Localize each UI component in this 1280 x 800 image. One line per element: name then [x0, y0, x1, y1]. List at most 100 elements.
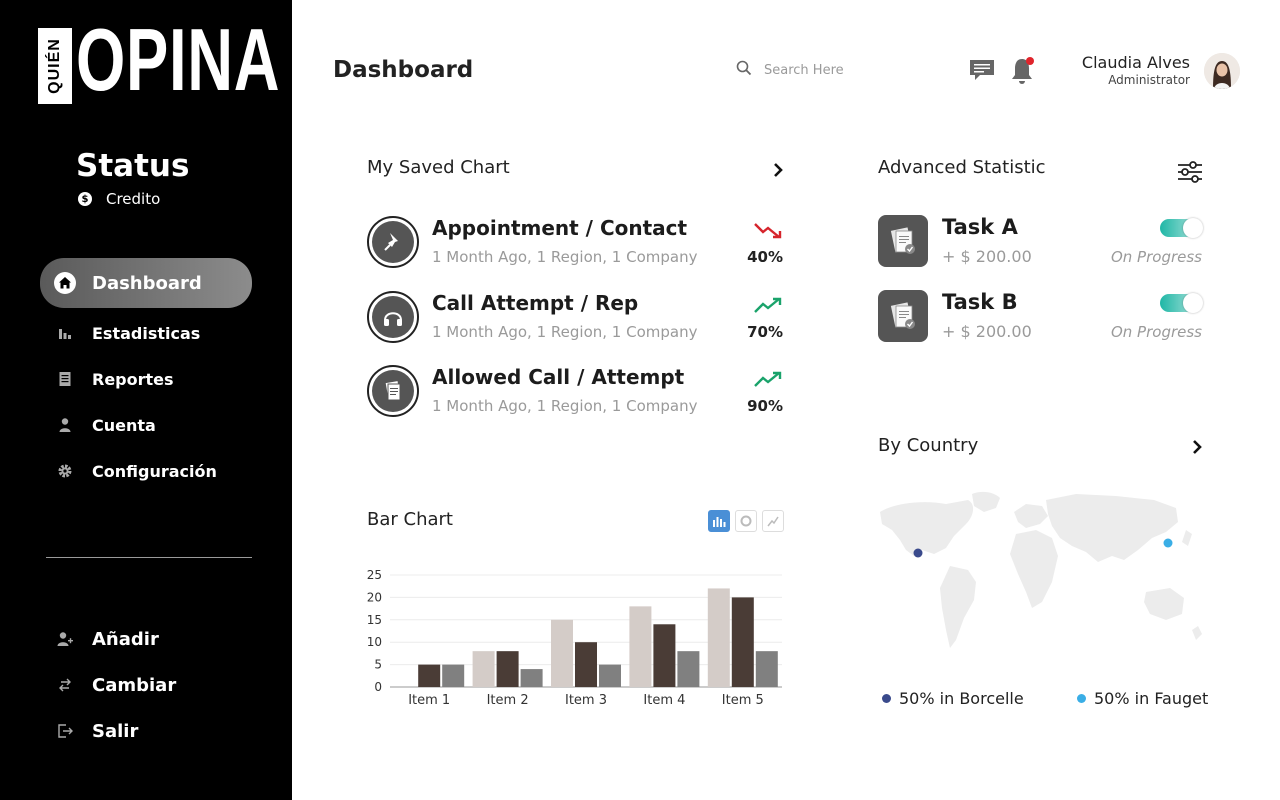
map-landmasses — [880, 491, 1202, 648]
status-title: Status — [76, 148, 190, 184]
sidebar-item-label: Dashboard — [92, 272, 202, 294]
sidebar: QUIÉN OPINA Status $ Credito Dashboard E… — [0, 0, 292, 800]
saved-chart-icon-circle — [367, 216, 419, 268]
sidebar-item-dashboard[interactable]: Dashboard — [40, 258, 252, 308]
logout-icon — [54, 720, 76, 742]
by-country-title: By Country — [878, 435, 979, 456]
saved-chart-title: My Saved Chart — [367, 157, 510, 178]
saved-chart-item-title: Appointment / Contact — [432, 216, 688, 240]
filter-sliders-icon[interactable] — [1176, 160, 1204, 184]
saved-chart-item[interactable]: Appointment / Contact 1 Month Ago, 1 Reg… — [367, 214, 785, 289]
bar — [629, 606, 652, 687]
bar — [442, 664, 465, 687]
bar — [472, 651, 495, 687]
gear-icon — [54, 460, 76, 482]
bar — [755, 651, 778, 687]
headphones-icon — [372, 295, 414, 338]
user-icon — [54, 414, 76, 436]
x-tick-label: Item 4 — [643, 693, 685, 708]
x-tick-label: Item 1 — [408, 693, 450, 708]
sidebar-bottom-nav: Añadir Cambiar Salir — [40, 616, 252, 754]
donut-chart-toggle-icon[interactable] — [735, 510, 757, 532]
search-bar[interactable] — [736, 60, 914, 80]
line-chart-toggle-icon[interactable] — [762, 510, 784, 532]
toggle-knob — [1183, 293, 1203, 313]
advanced-statistic-title: Advanced Statistic — [878, 157, 1046, 178]
sidebar-item-cambiar[interactable]: Cambiar — [40, 662, 252, 708]
task-amount: + $ 200.00 — [942, 322, 1032, 341]
bell-icon[interactable] — [1008, 55, 1038, 91]
chart-type-toolbar — [708, 510, 784, 532]
legend-dot — [1077, 694, 1086, 703]
swap-icon — [54, 674, 76, 696]
search-icon[interactable] — [736, 60, 752, 80]
sidebar-item-label: Cuenta — [92, 415, 156, 435]
location-marker-borcelle[interactable] — [913, 548, 923, 558]
y-tick-label: 20 — [367, 590, 382, 604]
location-marker-fauget[interactable] — [1163, 538, 1173, 548]
task-document-icon — [878, 215, 928, 267]
saved-chart-item[interactable]: Allowed Call / Attempt 1 Month Ago, 1 Re… — [367, 363, 785, 438]
sidebar-item-estadisticas[interactable]: Estadisticas — [40, 310, 252, 356]
task-row: Task A + $ 200.00 On Progress — [878, 215, 1204, 269]
chevron-right-icon[interactable] — [1190, 439, 1204, 455]
bar — [418, 664, 441, 687]
trend-down-icon — [754, 223, 782, 239]
legend-item: 50% in Borcelle — [882, 689, 1024, 708]
message-icon[interactable] — [968, 58, 996, 86]
task-toggle[interactable] — [1160, 293, 1203, 313]
chevron-right-icon[interactable] — [771, 162, 785, 178]
saved-chart-icon-circle — [367, 365, 419, 417]
sidebar-item-configuracion[interactable]: Configuración — [40, 448, 252, 494]
y-tick-label: 15 — [367, 613, 382, 627]
saved-chart-item[interactable]: Call Attempt / Rep 1 Month Ago, 1 Region… — [367, 289, 785, 364]
sidebar-divider — [46, 557, 252, 558]
bar-chart-title: Bar Chart — [367, 509, 453, 530]
saved-chart-item-title: Call Attempt / Rep — [432, 290, 639, 315]
saved-chart-item-percent: 70% — [747, 322, 783, 341]
legend-label: 50% in Fauget — [1094, 689, 1209, 708]
search-input[interactable] — [764, 62, 914, 78]
saved-chart-item-percent: 40% — [747, 248, 783, 266]
logo-quien-box: QUIÉN — [38, 28, 72, 104]
avatar[interactable] — [1204, 53, 1240, 89]
bar-chart-icon — [54, 322, 76, 344]
task-row: Task B + $ 200.00 On Progress — [878, 290, 1204, 344]
sidebar-item-label: Salir — [92, 720, 139, 742]
brand-logo[interactable]: QUIÉN OPINA — [38, 16, 280, 106]
sidebar-item-label: Estadisticas — [92, 323, 201, 343]
bar — [653, 624, 676, 687]
x-tick-label: Item 3 — [565, 693, 607, 708]
task-status: On Progress — [1110, 323, 1202, 341]
user-name: Claudia Alves — [1081, 53, 1190, 72]
bar — [520, 669, 543, 687]
page-title: Dashboard — [333, 57, 474, 83]
bar-chart-toggle-icon[interactable] — [708, 510, 730, 532]
saved-chart-item-subtitle: 1 Month Ago, 1 Region, 1 Company — [432, 397, 698, 415]
task-title: Task A — [942, 215, 1018, 239]
x-tick-label: Item 2 — [487, 693, 529, 708]
saved-chart-item-subtitle: 1 Month Ago, 1 Region, 1 Company — [432, 322, 698, 341]
task-status: On Progress — [1110, 248, 1202, 266]
saved-chart-item-subtitle: 1 Month Ago, 1 Region, 1 Company — [432, 248, 698, 266]
trend-up-icon — [754, 297, 782, 313]
task-title: Task B — [942, 290, 1018, 314]
status-subtitle: $ Credito — [78, 190, 160, 208]
task-toggle[interactable] — [1160, 218, 1203, 238]
bar-chart: 0 5 10 15 20 25 Item 1 Item 2 Item 3 Item 4 Item 5 — [367, 568, 782, 708]
status-subtitle-label: Credito — [106, 190, 161, 208]
saved-chart-item-title: Allowed Call / Attempt — [432, 365, 685, 389]
legend-item: 50% in Fauget — [1077, 689, 1208, 708]
papers-icon — [372, 370, 414, 412]
sidebar-item-anadir[interactable]: Añadir — [40, 616, 252, 662]
y-tick-label: 5 — [374, 658, 382, 672]
pin-icon — [372, 221, 414, 263]
sidebar-item-reportes[interactable]: Reportes — [40, 356, 252, 402]
trend-up-icon — [754, 371, 782, 387]
sidebar-item-cuenta[interactable]: Cuenta — [40, 402, 252, 448]
bar — [677, 651, 700, 687]
world-map — [880, 491, 1202, 648]
user-info[interactable]: Claudia Alves Administrator — [1082, 53, 1190, 87]
sidebar-item-salir[interactable]: Salir — [40, 708, 252, 754]
task-amount: + $ 200.00 — [942, 247, 1032, 266]
